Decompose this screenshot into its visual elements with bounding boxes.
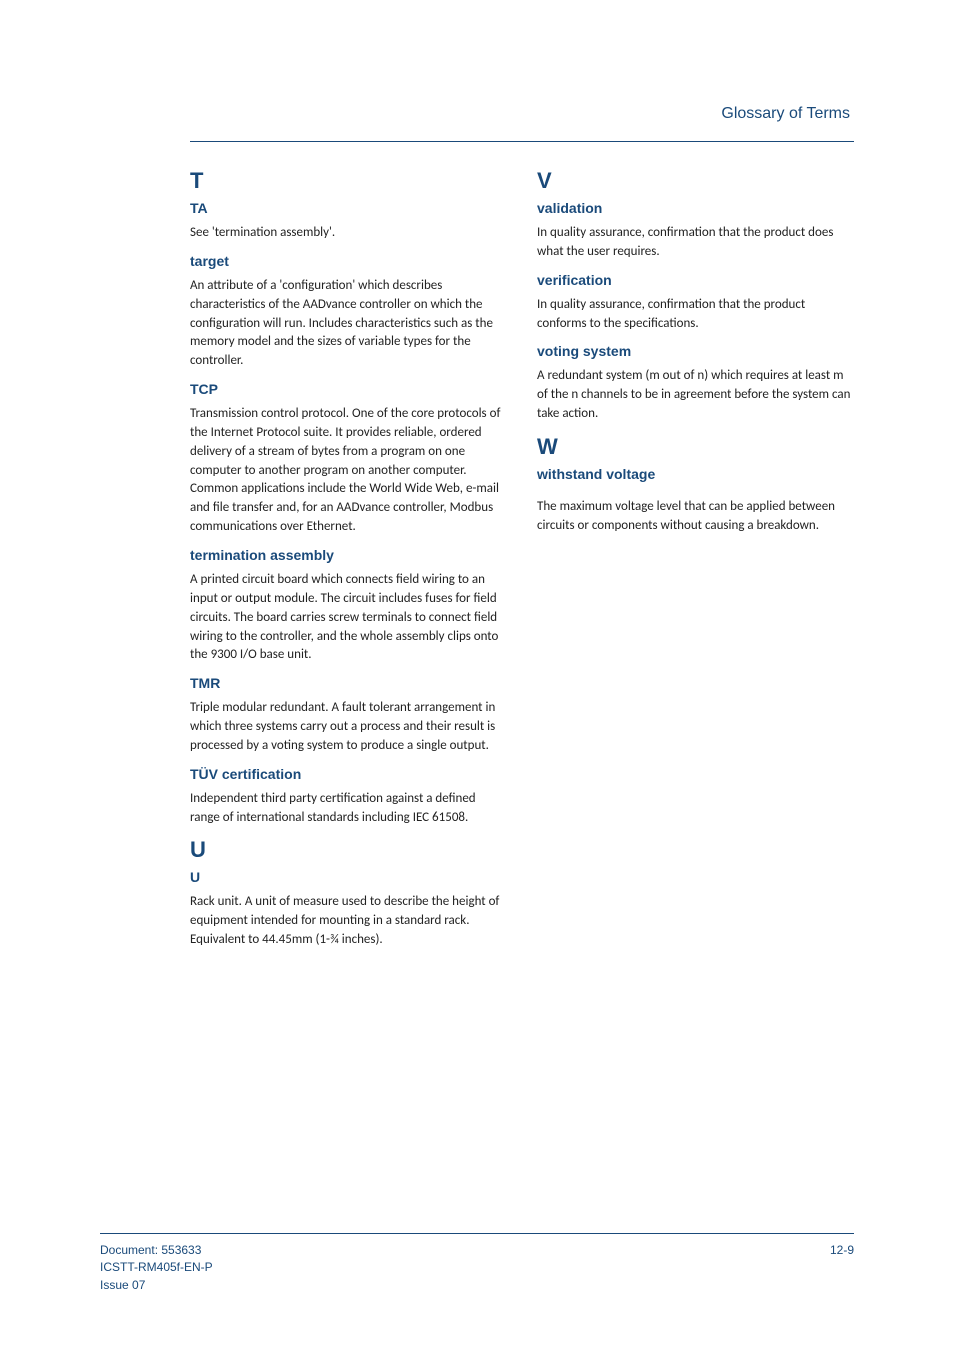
page-content: Glossary of Terms T TA See 'termination … [0,0,954,960]
def-ta: See 'termination assembly'. [190,224,507,243]
footer-issue: Issue 07 [100,1277,213,1294]
right-column: V validation In quality assurance, confi… [537,164,854,960]
footer-left: Document: 553633 ICSTT-RM405f-EN-P Issue… [100,1242,213,1294]
term-voting-system: voting system [537,343,854,359]
section-letter-t: T [190,168,507,194]
page-footer: Document: 553633 ICSTT-RM405f-EN-P Issue… [100,1242,854,1294]
section-letter-v: V [537,168,854,194]
def-termination-assembly: A printed circuit board which connects f… [190,571,507,665]
term-verification: verification [537,272,854,288]
term-tuv-certification: TÜV certification [190,766,507,782]
section-letter-u: U [190,837,507,863]
footer-rule [100,1233,854,1234]
page-header-title: Glossary of Terms [190,105,854,123]
def-target: An attribute of a 'configuration' which … [190,277,507,371]
term-target: target [190,253,507,269]
def-tuv-certification: Independent third party certification ag… [190,790,507,828]
two-column-layout: T TA See 'termination assembly'. target … [190,164,854,960]
def-withstand-voltage: The maximum voltage level that can be ap… [537,498,854,536]
term-ta: TA [190,200,507,216]
term-tmr: TMR [190,675,507,691]
def-voting-system: A redundant system (m out of n) which re… [537,367,854,424]
def-tcp: Transmission control protocol. One of th… [190,405,507,537]
term-tcp: TCP [190,381,507,397]
def-verification: In quality assurance, confirmation that … [537,296,854,334]
def-u: Rack unit. A unit of measure used to des… [190,893,507,950]
term-u: U [190,869,507,885]
term-termination-assembly: termination assembly [190,547,507,563]
term-validation: validation [537,200,854,216]
footer-document-code: ICSTT-RM405f-EN-P [100,1259,213,1276]
footer-page-number: 12-9 [830,1242,854,1294]
section-letter-w: W [537,434,854,460]
footer-document-number: Document: 553633 [100,1242,213,1259]
def-validation: In quality assurance, confirmation that … [537,224,854,262]
term-withstand-voltage: withstand voltage [537,466,854,482]
header-rule [190,141,854,142]
left-column: T TA See 'termination assembly'. target … [190,164,507,960]
def-tmr: Triple modular redundant. A fault tolera… [190,699,507,756]
